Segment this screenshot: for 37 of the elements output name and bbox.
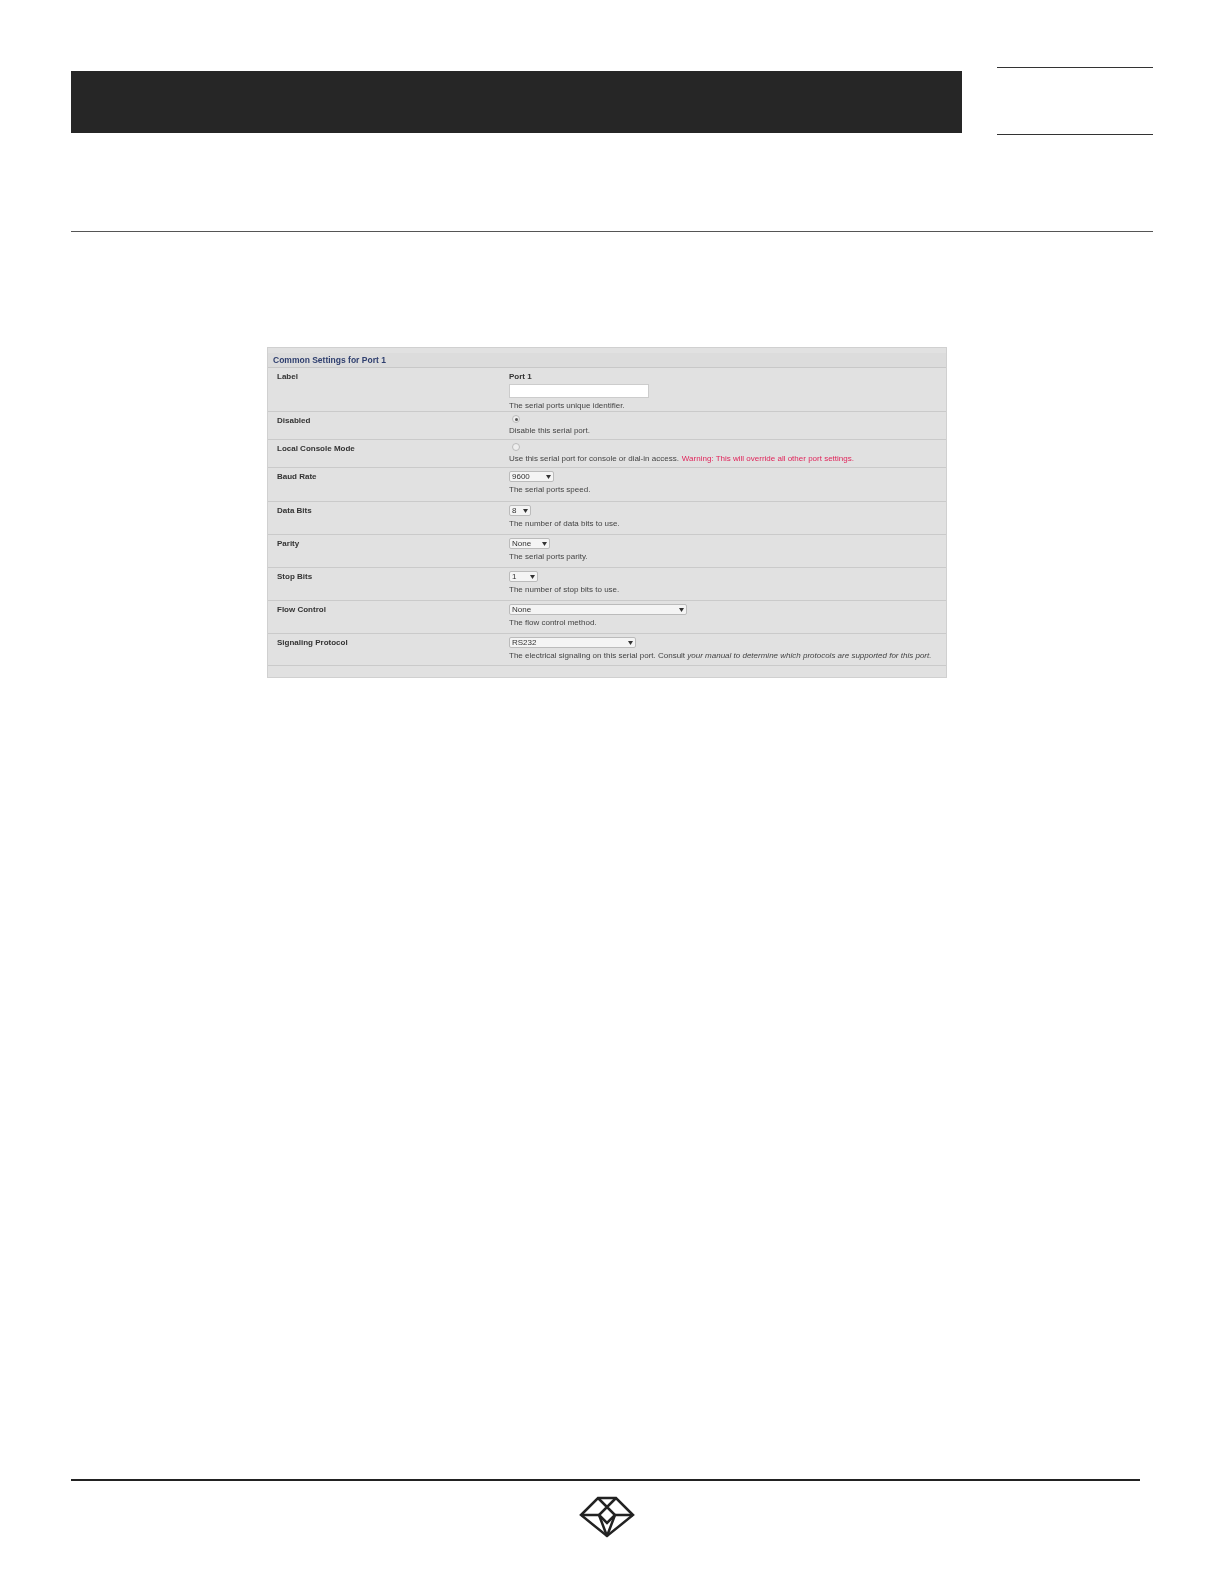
checkbox[interactable] bbox=[512, 443, 520, 451]
checkbox[interactable] bbox=[512, 415, 520, 423]
dropdown[interactable]: None bbox=[509, 604, 687, 615]
caret-icon bbox=[542, 541, 547, 546]
setting-label: Baud Rate bbox=[277, 472, 317, 481]
setting-description: Use this serial port for console or dial-in access. bbox=[509, 453, 679, 465]
setting-label: Disabled bbox=[277, 416, 311, 425]
setting-label: Signaling Protocol bbox=[277, 638, 348, 647]
setting-description: The number of data bits to use. bbox=[509, 518, 620, 530]
warning-text: Warning: This will override all other port settings. bbox=[681, 453, 854, 465]
caret-icon bbox=[679, 607, 684, 612]
caret-icon bbox=[530, 574, 535, 579]
cube-logo bbox=[579, 1496, 635, 1538]
caret-icon bbox=[628, 640, 633, 645]
setting-description: The flow control method. bbox=[509, 617, 597, 629]
setting-label: Local Console Mode bbox=[277, 444, 355, 453]
label-field[interactable] bbox=[509, 384, 649, 398]
dropdown[interactable]: None bbox=[509, 538, 550, 549]
setting-label: Data Bits bbox=[277, 506, 312, 515]
setting-description: The serial ports parity. bbox=[509, 551, 588, 563]
setting-label: Flow Control bbox=[277, 605, 326, 614]
dropdown[interactable]: 8 bbox=[509, 505, 531, 516]
caret-icon bbox=[523, 508, 528, 513]
panel-title: Common Settings for Port 1 bbox=[268, 353, 946, 368]
setting-label: Stop Bits bbox=[277, 572, 313, 581]
dropdown[interactable]: RS232 bbox=[509, 637, 636, 648]
field-caption: Port 1 bbox=[509, 371, 533, 383]
setting-description: The number of stop bits to use. bbox=[509, 584, 620, 596]
caret-icon bbox=[546, 474, 551, 479]
setting-description: The serial ports unique identifier. bbox=[509, 400, 625, 412]
setting-description: The serial ports speed. bbox=[509, 484, 591, 496]
setting-description: Disable this serial port. bbox=[509, 425, 590, 437]
setting-label: Parity bbox=[277, 539, 300, 548]
setting-description: The electrical signaling on this serial port. Consult your manual to determine which protocols are supported for this port. bbox=[509, 650, 932, 662]
dropdown[interactable]: 9600 bbox=[509, 471, 554, 482]
dropdown[interactable]: 1 bbox=[509, 571, 538, 582]
setting-label: Label bbox=[277, 372, 298, 381]
